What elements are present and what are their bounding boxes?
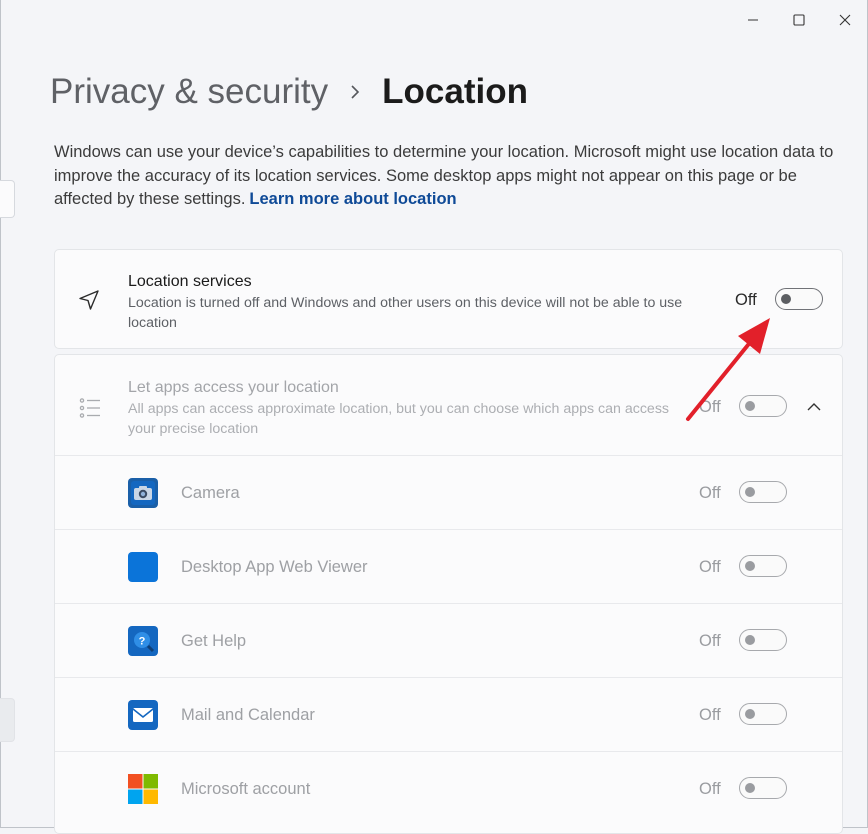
- bulleted-list-icon: [77, 395, 103, 421]
- chevron-right-icon: [350, 85, 360, 99]
- toggle-knob: [745, 783, 755, 793]
- app-state: Off: [699, 780, 721, 798]
- mail-calendar-location-toggle[interactable]: [739, 703, 787, 725]
- app-access-card: Let apps access your location All apps c…: [54, 354, 843, 834]
- app-access-title: Let apps access your location: [128, 379, 339, 396]
- sidebar-item-edge[interactable]: [0, 698, 15, 742]
- web-viewer-app-icon: [128, 552, 158, 582]
- navigation-arrow-icon: [75, 288, 103, 312]
- toggle-knob: [745, 635, 755, 645]
- sidebar-search-edge[interactable]: [0, 180, 15, 218]
- app-name: Camera: [181, 484, 240, 502]
- toggle-knob: [745, 561, 755, 571]
- app-row-desktop-app-web-viewer: Desktop App Web Viewer Off: [55, 529, 842, 604]
- close-icon: [839, 14, 851, 26]
- toggle-knob: [781, 294, 791, 304]
- learn-more-link[interactable]: Learn more about location: [249, 190, 456, 208]
- app-row-microsoft-account: Microsoft account Off: [55, 751, 842, 826]
- location-services-state: Off: [735, 291, 757, 309]
- app-access-subtitle: All apps can access approximate location…: [128, 401, 670, 437]
- app-row-mail-and-calendar: Mail and Calendar Off: [55, 677, 842, 752]
- app-row-get-help: ? Get Help Off: [55, 603, 842, 678]
- app-name: Get Help: [181, 632, 247, 650]
- web-viewer-location-toggle[interactable]: [739, 555, 787, 577]
- camera-location-toggle[interactable]: [739, 481, 787, 503]
- app-name: Mail and Calendar: [181, 706, 315, 724]
- minimize-button[interactable]: [730, 0, 776, 40]
- location-services-title: Location services: [128, 273, 252, 290]
- minimize-icon: [748, 19, 758, 21]
- get-help-app-icon: ?: [128, 626, 158, 656]
- app-state: Off: [699, 558, 721, 576]
- location-services-subtitle: Location is turned off and Windows and o…: [128, 295, 683, 331]
- location-services-toggle[interactable]: [775, 288, 823, 310]
- app-state: Off: [699, 632, 721, 650]
- toggle-knob: [745, 401, 755, 411]
- maximize-button[interactable]: [776, 0, 822, 40]
- app-name: Desktop App Web Viewer: [181, 558, 368, 576]
- toggle-knob: [745, 709, 755, 719]
- camera-app-icon: [128, 478, 158, 508]
- location-services-card: Location services Location is turned off…: [54, 249, 843, 349]
- app-state: Off: [699, 484, 721, 502]
- app-access-state: Off: [699, 398, 721, 416]
- page-description: Windows can use your device’s capabiliti…: [54, 141, 844, 212]
- maximize-icon: [793, 14, 805, 26]
- microsoft-account-location-toggle[interactable]: [739, 777, 787, 799]
- app-state: Off: [699, 706, 721, 724]
- mail-calendar-app-icon: [128, 700, 158, 730]
- get-help-location-toggle[interactable]: [739, 629, 787, 651]
- chevron-up-icon[interactable]: [800, 393, 828, 421]
- svg-text:?: ?: [139, 636, 146, 648]
- app-row-camera: Camera Off: [55, 455, 842, 530]
- app-name: Microsoft account: [181, 780, 311, 798]
- close-button[interactable]: [822, 0, 868, 40]
- window-caption-buttons: [730, 0, 868, 40]
- breadcrumb: Privacy & security Location: [50, 72, 528, 112]
- microsoft-logo-icon: [128, 774, 158, 804]
- app-access-toggle[interactable]: [739, 395, 787, 417]
- page-title: Location: [382, 72, 528, 111]
- breadcrumb-parent-link[interactable]: Privacy & security: [50, 72, 328, 112]
- toggle-knob: [745, 487, 755, 497]
